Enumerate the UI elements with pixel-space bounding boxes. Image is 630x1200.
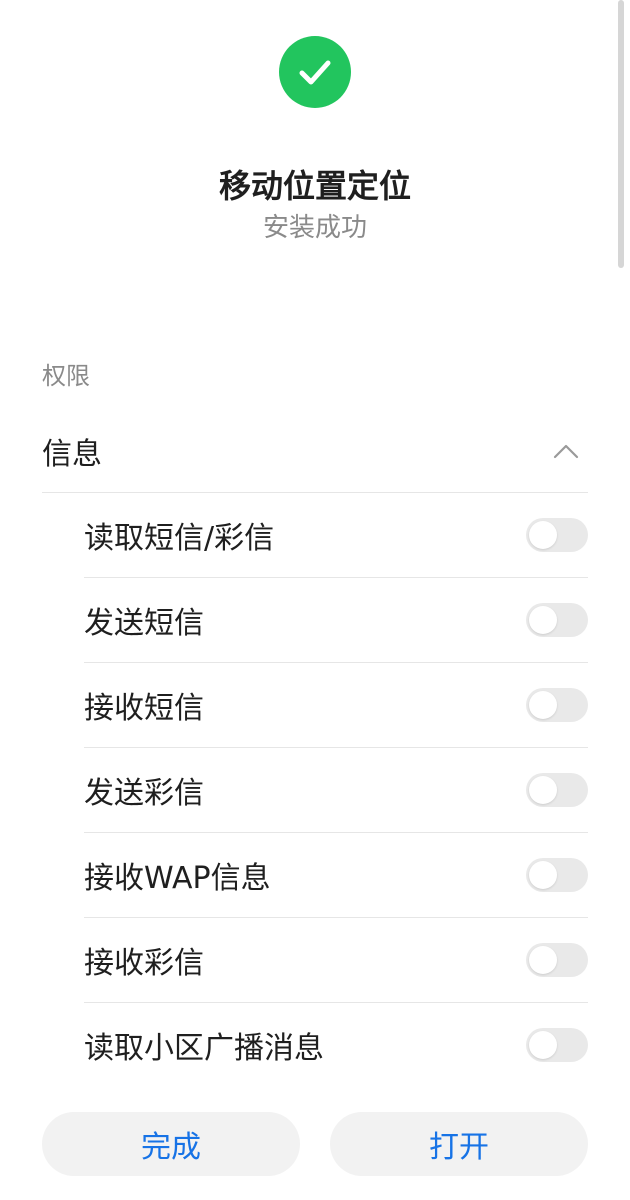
permission-group-label: 信息	[42, 437, 102, 472]
permission-toggle[interactable]	[526, 688, 588, 722]
toggle-knob	[529, 691, 557, 719]
permission-row[interactable]: 读取小区广播消息	[84, 1003, 588, 1087]
open-button[interactable]: 打开	[330, 1112, 588, 1176]
permission-row[interactable]: 发送短信	[84, 578, 588, 663]
permission-toggle[interactable]	[526, 943, 588, 977]
toggle-knob	[529, 521, 557, 549]
permission-toggle[interactable]	[526, 858, 588, 892]
toggle-knob	[529, 606, 557, 634]
permission-toggle[interactable]	[526, 603, 588, 637]
permission-label: 发送彩信	[84, 776, 204, 811]
permission-label: 接收WAP信息	[84, 861, 271, 896]
permission-label: 接收彩信	[84, 946, 204, 981]
permission-row[interactable]: 发送彩信	[84, 748, 588, 833]
permission-label: 发送短信	[84, 606, 204, 641]
done-button[interactable]: 完成	[42, 1112, 300, 1176]
check-circle-icon	[279, 36, 351, 108]
permission-list: 读取短信/彩信 发送短信 接收短信 发送彩信 接收WAP信息 接收彩信 读取小区…	[84, 493, 588, 1087]
permissions-section-label: 权限	[42, 362, 90, 390]
permission-label: 读取短信/彩信	[84, 521, 275, 556]
toggle-knob	[529, 1031, 557, 1059]
chevron-up-icon[interactable]	[552, 437, 580, 465]
toggle-knob	[529, 861, 557, 889]
app-title: 移动位置定位	[218, 167, 411, 205]
permission-group-messages[interactable]: 信息	[42, 410, 588, 493]
toggle-knob	[529, 946, 557, 974]
install-status: 安装成功	[262, 213, 367, 243]
toggle-knob	[529, 776, 557, 804]
permission-row[interactable]: 读取短信/彩信	[84, 493, 588, 578]
permission-toggle[interactable]	[526, 773, 588, 807]
permission-toggle[interactable]	[526, 518, 588, 552]
permission-row[interactable]: 接收彩信	[84, 918, 588, 1003]
permission-label: 接收短信	[84, 691, 204, 726]
permission-row[interactable]: 接收WAP信息	[84, 833, 588, 918]
permission-toggle[interactable]	[526, 1028, 588, 1062]
permission-label: 读取小区广播消息	[84, 1031, 324, 1066]
permission-row[interactable]: 接收短信	[84, 663, 588, 748]
